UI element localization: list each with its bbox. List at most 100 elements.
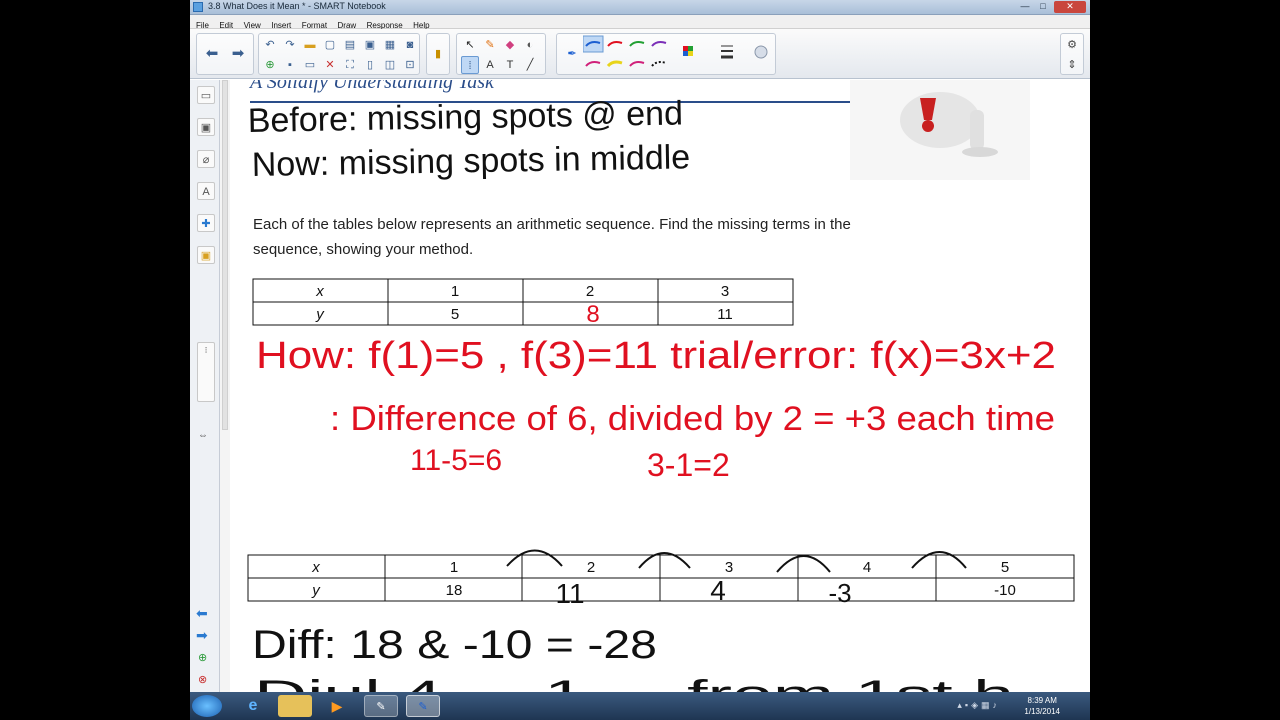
- header-banner: A Solidify Understanding Task: [248, 80, 495, 93]
- save-icon[interactable]: ▪: [281, 56, 299, 74]
- pen-colors-group: ✒: [556, 33, 776, 75]
- pink-pen-swatch[interactable]: [629, 61, 645, 67]
- green-pen-swatch[interactable]: [629, 41, 645, 47]
- line-width-icon[interactable]: [721, 45, 733, 59]
- hop-arcs: [506, 549, 967, 573]
- delete-page-icon[interactable]: ⊗: [198, 673, 207, 686]
- table-icon[interactable]: ▦: [381, 36, 399, 54]
- diff-line: Diff: 18 & -10 = -28: [252, 623, 657, 667]
- redo-icon[interactable]: ↷: [281, 36, 299, 54]
- color-picker-icon[interactable]: [683, 46, 688, 51]
- hop-arc: [776, 555, 831, 573]
- screen-record-icon[interactable]: ◫: [381, 56, 399, 74]
- yellow-highlighter-swatch[interactable]: [606, 60, 623, 68]
- zoom-icon[interactable]: ⊡: [401, 56, 419, 74]
- pen-type-icon[interactable]: ✒: [563, 45, 581, 63]
- pen-icon[interactable]: ✎: [481, 36, 499, 54]
- minimize-button[interactable]: —: [1016, 1, 1034, 13]
- insert-page-icon[interactable]: ⊕: [261, 56, 279, 74]
- lesson-activity-icon[interactable]: ▣: [197, 246, 215, 264]
- select-icon[interactable]: ↖: [461, 36, 479, 54]
- color-picker-cell: [688, 46, 693, 51]
- handwritten-note-2: Now: missing spots in middle: [251, 138, 690, 184]
- table2-handwritten-answer: 4: [710, 575, 726, 606]
- scrollbar-thumb[interactable]: [222, 80, 228, 430]
- table2-y-label: y: [311, 582, 321, 599]
- table1-y-label: y: [315, 306, 325, 323]
- sequence-table-1: x y 1 2 3 5 11 8: [252, 278, 794, 328]
- clipart-figure: [850, 80, 1030, 180]
- dual-display-icon[interactable]: ▯: [361, 56, 379, 74]
- blank-page-icon[interactable]: ▢: [321, 36, 339, 54]
- red-pen-swatch[interactable]: [607, 41, 623, 47]
- properties-icon[interactable]: [754, 45, 768, 59]
- page-content: A Solidify Understanding Task Before: mi…: [247, 80, 1075, 692]
- screen-shade-icon[interactable]: ▤: [341, 36, 359, 54]
- undo-icon[interactable]: ↶: [261, 36, 279, 54]
- move-toolbar-icon[interactable]: ⇕: [1063, 56, 1081, 74]
- lock-icon[interactable]: ▮: [429, 45, 447, 63]
- smart-notebook-window: 3.8 What Does it Mean * - SMART Notebook…: [190, 0, 1090, 692]
- purple-pen-swatch[interactable]: [651, 41, 667, 47]
- gear-icon[interactable]: ⚙: [1063, 36, 1081, 54]
- cut-off-line: Diul 4 ... 1 ... from 1st h: [254, 673, 1014, 692]
- forward-arrow-icon[interactable]: ➡: [229, 45, 247, 63]
- table2-x-cell: 5: [1001, 559, 1009, 576]
- page-back-arrow-icon[interactable]: ⬅: [196, 605, 208, 622]
- eraser-icon[interactable]: ◆: [501, 36, 519, 54]
- table1-x-cell: 1: [451, 283, 459, 300]
- page-sorter-icon[interactable]: ▭: [197, 86, 215, 104]
- attachments-icon[interactable]: ⌀: [197, 150, 215, 168]
- creative-pen-icon[interactable]: ⁞: [461, 56, 479, 74]
- table2-y-cell: 18: [446, 582, 463, 599]
- text-icon[interactable]: T: [501, 56, 519, 74]
- open-file-icon[interactable]: ▬: [301, 36, 319, 54]
- maximize-button[interactable]: □: [1034, 1, 1052, 13]
- gallery-icon[interactable]: ▣: [197, 118, 215, 136]
- vertical-scrollbar[interactable]: [220, 80, 230, 692]
- fullscreen-icon[interactable]: ⛶: [341, 56, 359, 74]
- smart-tools-icon[interactable]: ✎: [364, 695, 398, 717]
- add-page-icon[interactable]: ⊕: [198, 651, 207, 664]
- magenta-pen-swatch[interactable]: [585, 61, 601, 67]
- document-camera-icon[interactable]: ◙: [401, 36, 419, 54]
- lines-icon[interactable]: ╱: [521, 56, 539, 74]
- selected-swatch[interactable]: [583, 35, 604, 53]
- media-player-icon[interactable]: ▶: [320, 695, 354, 717]
- table2-x-cell: 2: [587, 559, 595, 576]
- internet-explorer-icon[interactable]: e: [236, 695, 270, 717]
- sequence-table-2: x y 1 2 3 4 5 18 -10 11 4 -3: [247, 549, 1075, 609]
- work-line-3: 11-5=6: [410, 444, 502, 477]
- table2-x-cell: 1: [450, 559, 458, 576]
- system-tray-icons[interactable]: ▴▪◈▦♪: [957, 700, 1000, 711]
- notebook-page[interactable]: A Solidify Understanding Task Before: mi…: [230, 80, 1090, 692]
- delete-icon[interactable]: ✕: [321, 56, 339, 74]
- title-bar: 3.8 What Does it Mean * - SMART Notebook…: [190, 0, 1090, 15]
- file-explorer-icon[interactable]: [278, 695, 312, 717]
- work-line-2: : Difference of 6, divided by 2 = +3 eac…: [330, 400, 1055, 438]
- page-forward-arrow-icon[interactable]: ➡: [196, 627, 208, 644]
- screen-capture-icon[interactable]: ▣: [361, 36, 379, 54]
- back-arrow-icon[interactable]: ⬅: [203, 45, 221, 63]
- taskbar-clock[interactable]: 8:39 AM 1/13/2014: [1024, 695, 1060, 717]
- hop-arc: [911, 551, 967, 569]
- instructions: Each of the tables below represents an a…: [253, 216, 855, 258]
- toolbar-settings-group: ⚙ ⇕: [1060, 33, 1084, 75]
- work-line-4: 3-1=2: [647, 447, 730, 483]
- close-button[interactable]: ✕: [1054, 1, 1086, 13]
- resize-icon[interactable]: ⇔: [198, 430, 208, 441]
- paste-icon[interactable]: ▭: [301, 56, 319, 74]
- toolbar: ⬅ ➡ ↶ ↷ ▬ ▢ ▤ ▣ ▦ ◙ ⊕ ▪ ▭ ✕ ⛶ ▯ ◫ ⊡ ▮ ↖ …: [190, 29, 1090, 79]
- fill-icon[interactable]: ◐: [521, 36, 539, 54]
- addons-icon[interactable]: ✚: [197, 214, 215, 232]
- collapse-sidebar-handle[interactable]: ⁝: [197, 342, 215, 402]
- shapes-icon[interactable]: A: [481, 56, 499, 74]
- instructions-line-2: sequence, showing your method.: [253, 241, 473, 258]
- table1-y-cell: 5: [451, 306, 459, 323]
- pen-tools-group: ↖ ✎ ◆ ◐ ⁞ A T ╱: [456, 33, 546, 75]
- clock-date: 1/13/2014: [1024, 707, 1060, 716]
- start-orb-icon[interactable]: [192, 695, 222, 717]
- properties-icon[interactable]: A: [197, 182, 215, 200]
- smart-notebook-icon[interactable]: ✎: [406, 695, 440, 717]
- black-dashed-pen-swatch[interactable]: [651, 61, 667, 67]
